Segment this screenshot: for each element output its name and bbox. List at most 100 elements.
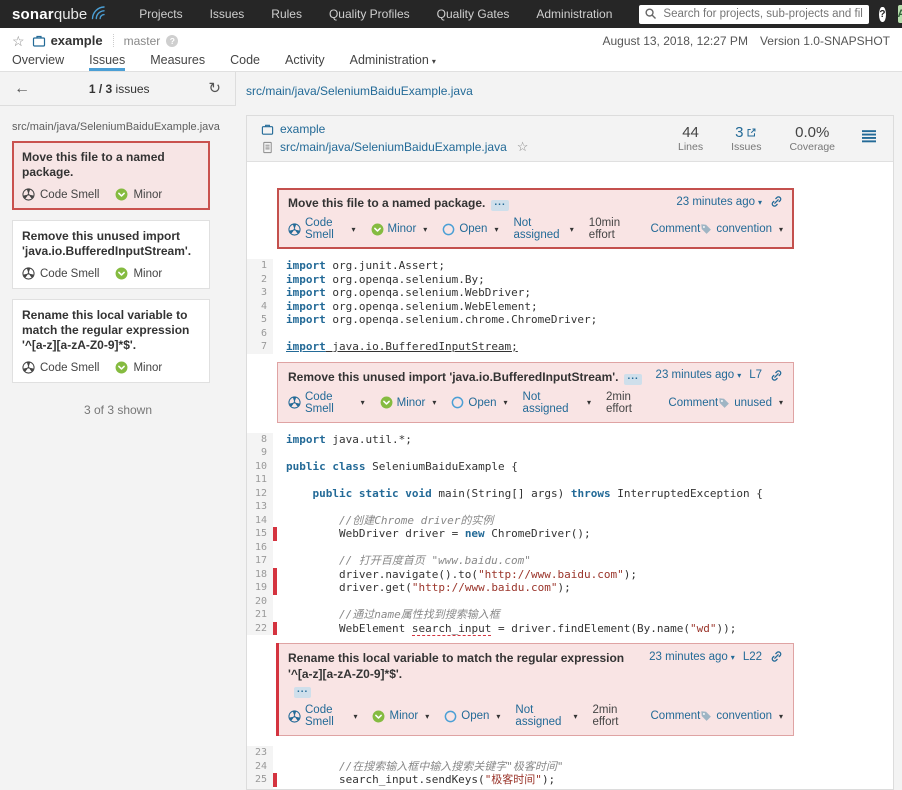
nav-item-administration[interactable]: Administration [536,7,612,21]
line-number[interactable]: 26 [247,787,273,790]
breadcrumb[interactable]: src/main/java/SeleniumBaiduExample.java [246,84,473,98]
issue-type-dropdown[interactable]: Code Smell [305,217,345,241]
issue-assignee-dropdown[interactable]: Not assigned [513,217,562,241]
line-number[interactable]: 9 [247,446,273,460]
line-number[interactable]: 7 [247,340,273,354]
avatar[interactable]: A [898,5,902,23]
issue-status-dropdown[interactable]: Open [461,710,489,722]
issue-severity-dropdown[interactable]: Minor [397,397,426,409]
ellipsis-button[interactable]: ... [624,374,641,385]
minor-severity-icon [371,223,384,236]
ellipsis-button[interactable]: ... [491,200,508,211]
line-number[interactable]: 11 [247,473,273,487]
line-number[interactable]: 19 [247,581,273,595]
issue-line-link[interactable]: L7 [749,369,762,381]
nav-item-issues[interactable]: Issues [210,7,245,21]
nav-item-projects[interactable]: Projects [139,7,182,21]
issue-comment-button[interactable]: Comment [668,397,718,409]
tab-activity[interactable]: Activity [285,53,325,71]
code-line: 12 public static void main(String[] args… [247,487,893,501]
line-number[interactable]: 8 [247,433,273,447]
line-number[interactable]: 1 [247,259,273,273]
caret-down-icon: ▾ [361,398,365,407]
code-line: 10public class SeleniumBaiduExample { [247,460,893,474]
line-number[interactable]: 14 [247,514,273,528]
line-number[interactable]: 20 [247,595,273,609]
line-number[interactable]: 16 [247,541,273,555]
tab-code[interactable]: Code [230,53,260,71]
issue-severity-dropdown[interactable]: Minor [388,223,417,235]
issue-type-dropdown[interactable]: Code Smell [305,391,354,415]
line-number[interactable]: 4 [247,300,273,314]
search-input[interactable] [639,5,869,24]
tab-measures[interactable]: Measures [150,53,205,71]
line-number[interactable]: 10 [247,460,273,474]
nav-item-rules[interactable]: Rules [271,7,302,21]
back-arrow-icon[interactable]: ← [14,81,30,97]
file-project-link[interactable]: example [280,122,325,136]
code-text: public static void main(String[] args) t… [277,487,763,501]
line-number[interactable]: 6 [247,327,273,341]
code-text: import org.openqa.selenium.WebDriver; [277,286,531,300]
issue-effort: 10min effort [589,217,636,241]
inline-issue-box: Move this file to a named package.... 23… [277,188,794,249]
sonarqube-logo[interactable]: sonarqube [12,6,107,23]
line-number[interactable]: 17 [247,554,273,568]
issue-list-item[interactable]: Move this file to a named package. Code … [12,141,210,210]
line-number[interactable]: 5 [247,313,273,327]
issue-tag-dropdown[interactable]: convention [716,223,772,235]
file-actions-menu-icon[interactable] [861,129,877,149]
line-number[interactable]: 12 [247,487,273,501]
project-name: example [51,33,103,48]
permalink-icon[interactable] [770,369,783,382]
issue-age-dropdown[interactable]: 23 minutes ago▾ [649,651,735,663]
issue-assignee-dropdown[interactable]: Not assigned [523,391,580,415]
issue-severity-dropdown[interactable]: Minor [389,710,418,722]
issue-age-dropdown[interactable]: 23 minutes ago▾ [676,196,762,208]
issue-message: Move this file to a named package.... [288,195,509,211]
reload-icon[interactable]: ↻ [208,81,221,96]
nav-item-quality-profiles[interactable]: Quality Profiles [329,7,410,21]
line-number[interactable]: 2 [247,273,273,287]
line-number[interactable]: 15 [247,527,273,541]
file-path-link[interactable]: src/main/java/SeleniumBaiduExample.java [280,140,507,154]
line-number[interactable]: 18 [247,568,273,582]
line-number[interactable]: 21 [247,608,273,622]
code-text [277,787,286,790]
issue-line-link[interactable]: L22 [743,651,762,663]
code-line: 19 driver.get("http://www.baidu.com"); [247,581,893,595]
minor-severity-icon [372,710,385,723]
issue-age-dropdown[interactable]: 23 minutes ago▾ [656,369,742,381]
issue-status-dropdown[interactable]: Open [468,397,496,409]
tab-issues[interactable]: Issues [89,53,125,71]
issue-assignee-dropdown[interactable]: Not assigned [515,704,566,728]
line-number[interactable]: 23 [247,746,273,760]
permalink-icon[interactable] [770,650,783,663]
favorite-star-icon[interactable]: ☆ [12,34,25,48]
issue-list-item[interactable]: Rename this local variable to match the … [12,299,210,383]
help-button[interactable]: ? [879,7,885,22]
issue-tag-dropdown[interactable]: unused [734,397,772,409]
tab-administration[interactable]: Administration▾ [350,53,436,71]
code-text: import org.openqa.selenium.By; [277,273,485,287]
ellipsis-button[interactable]: ... [294,687,311,698]
line-number[interactable]: 3 [247,286,273,300]
line-number[interactable]: 22 [247,622,273,636]
issue-list-item[interactable]: Remove this unused import 'java.io.Buffe… [12,220,210,289]
issue-comment-button[interactable]: Comment [651,223,701,235]
line-number[interactable]: 25 [247,773,273,787]
issue-type-dropdown[interactable]: Code Smell [305,704,346,728]
line-number[interactable]: 13 [247,500,273,514]
nav-item-quality-gates[interactable]: Quality Gates [437,7,510,21]
issue-tag-dropdown[interactable]: convention [716,710,772,722]
file-favorite-star-icon[interactable]: ☆ [517,139,529,155]
issues-pagination-header: ← 1 / 3 issues ↻ [0,72,236,106]
measure-issues-link[interactable]: 3 [735,124,757,141]
permalink-icon[interactable] [770,195,783,208]
tab-overview[interactable]: Overview [12,53,64,71]
code-text: driver.navigate().to("http://www.baidu.c… [277,568,637,582]
code-text: WebElement search_input = driver.findEle… [277,622,736,636]
issue-comment-button[interactable]: Comment [651,710,701,722]
line-number[interactable]: 24 [247,760,273,774]
issue-status-dropdown[interactable]: Open [459,223,487,235]
